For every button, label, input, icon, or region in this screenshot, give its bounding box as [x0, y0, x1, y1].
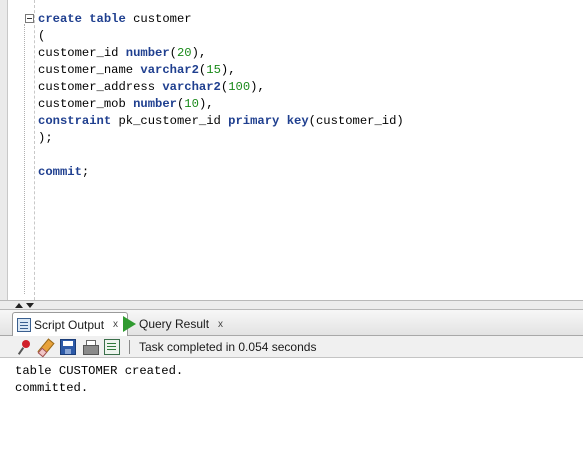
code-token: customer_name	[38, 63, 141, 77]
output-line: table CUSTOMER created.	[15, 364, 184, 378]
collapse-block-icon[interactable]	[25, 14, 34, 23]
sql-keyword: primary	[228, 114, 280, 128]
code-token: pk_customer_id	[111, 114, 229, 128]
code-line: customer_mob number(10),	[38, 96, 404, 113]
sql-keyword: varchar2	[162, 80, 221, 94]
output-tab-bar: Script Output x Query Result x	[0, 310, 583, 336]
editor-margin-line	[34, 0, 35, 300]
code-token: customer_mob	[38, 97, 134, 111]
code-token: ),	[191, 46, 207, 60]
code-token: customer	[125, 12, 192, 26]
code-line: constraint pk_customer_id primary key(cu…	[38, 113, 404, 130]
sql-editor[interactable]: create table customer(customer_id number…	[0, 0, 583, 300]
pane-splitter[interactable]	[0, 300, 583, 310]
tab-label: Query Result	[139, 317, 210, 331]
code-token: (customer_id)	[308, 114, 404, 128]
number-literal: 100	[228, 80, 251, 94]
tab-label: Script Output	[34, 317, 105, 332]
code-token: (	[169, 46, 177, 60]
sql-keyword: constraint	[38, 114, 112, 128]
sql-keyword: commit	[38, 165, 82, 179]
save-icon[interactable]	[60, 339, 76, 355]
eraser-icon[interactable]	[38, 339, 54, 355]
editor-gutter	[0, 0, 8, 300]
tab-query-result[interactable]: Query Result x	[121, 312, 231, 336]
code-token: customer_address	[38, 80, 163, 94]
code-token: ;	[81, 165, 90, 179]
code-token: ),	[220, 63, 236, 77]
fold-guide	[24, 24, 25, 294]
sql-keyword: table	[89, 12, 126, 26]
close-tab-icon[interactable]: x	[218, 319, 223, 330]
tab-script-output[interactable]: Script Output x	[12, 312, 128, 336]
sql-keyword: number	[133, 97, 177, 111]
code-token: customer_id	[38, 46, 126, 60]
code-line: );	[38, 130, 404, 147]
number-literal: 20	[176, 46, 192, 60]
code-line: customer_address varchar2(100),	[38, 79, 404, 96]
print-icon[interactable]	[82, 339, 99, 355]
toolbar-separator	[129, 340, 130, 354]
code-token: (	[38, 29, 46, 43]
number-literal: 10	[184, 97, 199, 111]
code-token: ),	[250, 80, 265, 94]
script-output-panel[interactable]: table CUSTOMER created. committed.	[0, 359, 583, 470]
code-token: ),	[198, 97, 214, 111]
close-tab-icon[interactable]: x	[113, 319, 118, 330]
sql-keyword: varchar2	[140, 63, 199, 77]
pin-icon[interactable]	[17, 339, 33, 355]
code-line: customer_id number(20),	[38, 45, 404, 62]
sql-keyword: number	[125, 46, 170, 60]
code-line: customer_name varchar2(15),	[38, 62, 404, 79]
expand-up-icon[interactable]	[15, 303, 23, 308]
code-line: commit;	[38, 164, 404, 181]
task-status-text: Task completed in 0.054 seconds	[139, 340, 317, 354]
script-output-icon	[17, 317, 31, 332]
code-token: );	[38, 131, 53, 145]
sql-keyword: create	[38, 12, 82, 26]
code-line: (	[38, 28, 404, 45]
expand-down-icon[interactable]	[26, 303, 34, 308]
run-query-icon	[123, 316, 136, 332]
output-toolbar: Task completed in 0.054 seconds	[0, 336, 583, 358]
code-line: create table customer	[38, 11, 404, 28]
output-line: committed.	[15, 381, 89, 395]
code-area[interactable]: create table customer(customer_id number…	[38, 11, 404, 181]
sql-keyword: key	[286, 114, 309, 128]
document-icon[interactable]	[104, 339, 120, 355]
number-literal: 15	[206, 63, 221, 77]
